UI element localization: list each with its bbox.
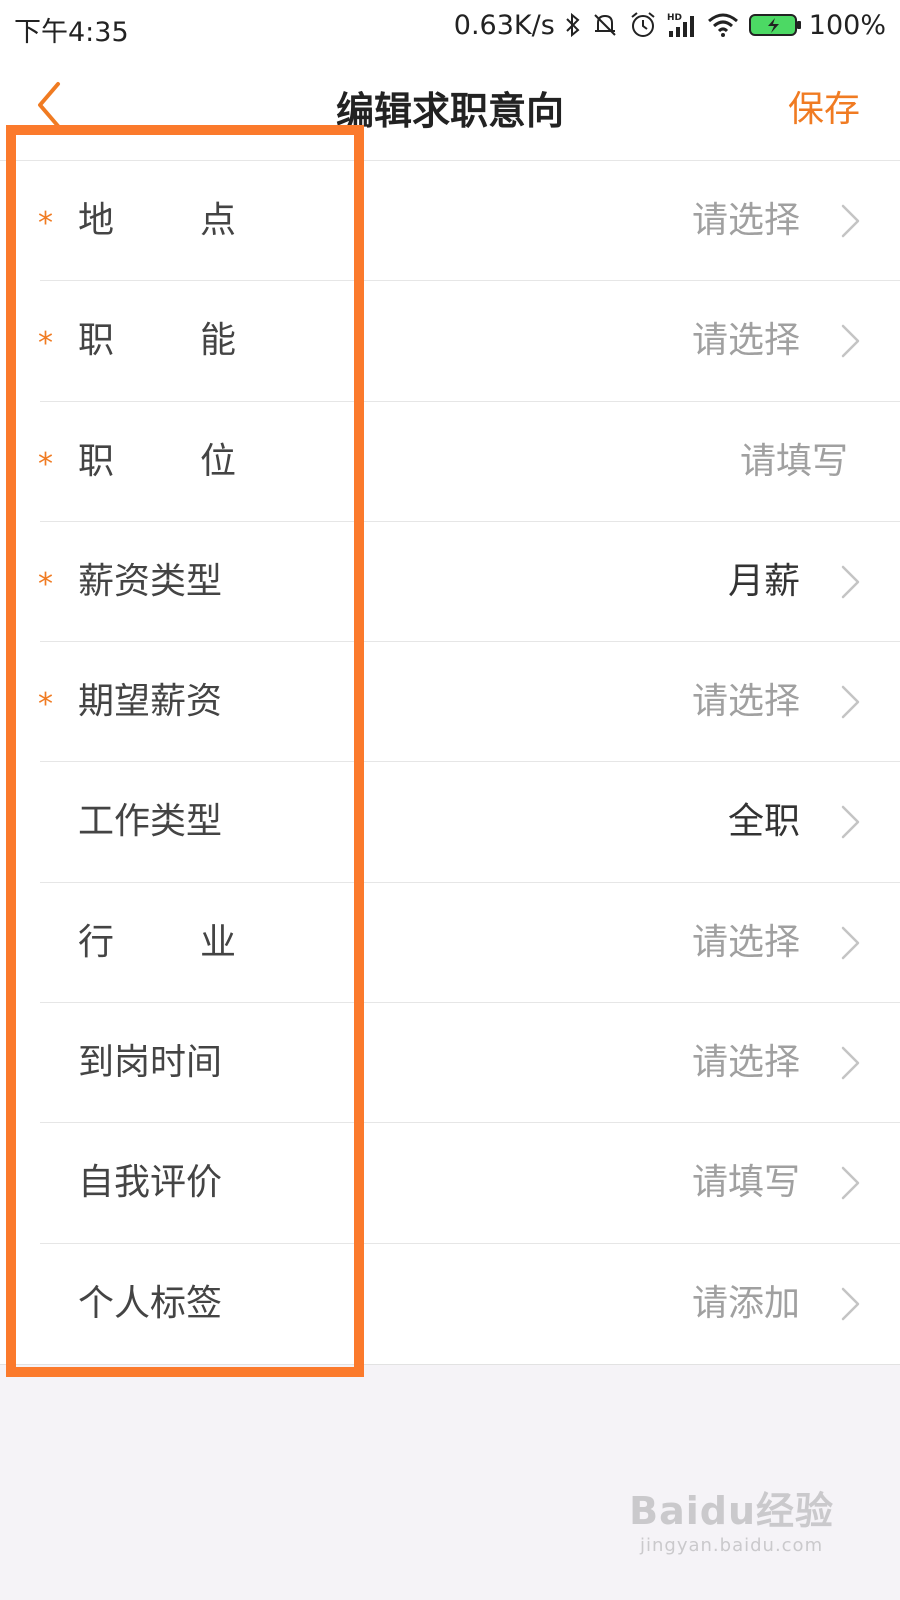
form-row-label: 期望薪资 — [78, 681, 223, 723]
form-row-label-char: 职 — [78, 320, 115, 362]
watermark-url: jingyan.baidu.com — [640, 1535, 824, 1556]
form-row-label: 行业 — [78, 919, 236, 967]
form-row[interactable]: * 薪资类型 月薪 — [0, 522, 900, 643]
wifi-icon — [707, 13, 738, 37]
form-row-label: 工作类型 — [78, 801, 223, 843]
form-row-label-char: 行 — [78, 921, 115, 963]
form-row[interactable]: 自我评价 请填写 — [0, 1123, 900, 1244]
required-star-icon: * — [38, 326, 53, 362]
form-row-value: 请选择 — [691, 681, 800, 723]
chevron-right-icon — [841, 685, 860, 719]
chevron-right-icon — [841, 1167, 860, 1200]
form-row-label: 自我评价 — [78, 1162, 223, 1204]
form-row-value: 请选择 — [691, 320, 800, 362]
form-row-label-char: 点 — [199, 200, 236, 241]
network-speed: 0.63K/s — [453, 9, 555, 41]
alarm-icon — [631, 12, 655, 37]
battery-icon — [748, 14, 801, 36]
form-row-label: 薪资类型 — [78, 560, 223, 602]
bluetooth-icon — [566, 12, 580, 38]
form-row[interactable]: 行业请选择 — [0, 883, 900, 1004]
form-row-label: 职能 — [78, 317, 236, 365]
form-row-value: 请填写 — [739, 440, 848, 482]
chevron-right-icon — [841, 565, 860, 599]
form-row[interactable]: 到岗时间 请选择 — [0, 1003, 900, 1124]
chevron-right-icon — [841, 1046, 860, 1080]
required-star-icon: * — [38, 206, 53, 241]
mute-bell-icon — [594, 14, 616, 36]
status-time: 下午4:35 — [14, 17, 129, 48]
required-star-icon: * — [38, 566, 53, 602]
required-star-icon: * — [38, 687, 53, 723]
job-intention-form: * 地点请选择 * 职能请选择 * 职位请填写 * 薪资类型 月薪 * 期望薪资 请选择 工作类型 全职行… — [0, 161, 900, 1365]
form-row-value: 请选择 — [691, 200, 800, 241]
signal-hd-badge: HD — [667, 13, 682, 23]
form-row-label-char: 职 — [78, 440, 115, 482]
required-star-icon: * — [38, 446, 53, 482]
form-row-label: 个人标签 — [78, 1282, 223, 1324]
form-row[interactable]: * 期望薪资 请选择 — [0, 642, 900, 763]
form-row-value: 月薪 — [727, 560, 800, 602]
watermark: Baidu经验 jingyan.baidu.com — [629, 1480, 834, 1556]
form-row-label-char: 位 — [199, 440, 236, 482]
form-row-value: 请填写 — [691, 1162, 800, 1204]
status-bar: 下午4:35 0.63K/s HD 100% — [0, 0, 900, 50]
app-header: 编辑求职意向 保存 — [0, 50, 900, 161]
form-row-label-char: 业 — [199, 921, 236, 963]
battery-indicator: 100% — [748, 9, 886, 41]
signal-icon: HD — [667, 13, 694, 37]
form-row-label-char: 能 — [199, 320, 236, 362]
form-row[interactable]: * 地点请选择 — [0, 161, 900, 282]
chevron-right-icon — [841, 926, 860, 960]
page-title: 编辑求职意向 — [335, 89, 564, 133]
form-row-label: 职位 — [78, 438, 236, 486]
form-row[interactable]: * 职能请选择 — [0, 281, 900, 402]
form-row[interactable]: 个人标签 请添加 — [0, 1244, 900, 1364]
status-icons: 0.63K/s HD 100% — [453, 9, 886, 41]
form-row-value: 全职 — [727, 801, 800, 843]
form-row[interactable]: * 职位请填写 — [0, 402, 900, 523]
save-button[interactable]: 保存 — [788, 80, 860, 132]
form-row-value: 请选择 — [691, 1042, 800, 1084]
form-row-label: 地点 — [78, 197, 236, 245]
battery-percent: 100% — [808, 9, 886, 41]
form-row-value: 请选择 — [691, 921, 800, 963]
chevron-right-icon — [841, 204, 860, 238]
form-row-value: 请添加 — [691, 1282, 800, 1324]
chevron-right-icon — [841, 1287, 860, 1320]
form-row-label-char: 地 — [78, 200, 115, 241]
form-row[interactable]: 工作类型 全职 — [0, 762, 900, 884]
form-row-label: 到岗时间 — [78, 1042, 223, 1084]
chevron-right-icon — [841, 325, 860, 358]
watermark-logo: Baidu经验 — [629, 1489, 834, 1533]
chevron-right-icon — [841, 806, 860, 839]
